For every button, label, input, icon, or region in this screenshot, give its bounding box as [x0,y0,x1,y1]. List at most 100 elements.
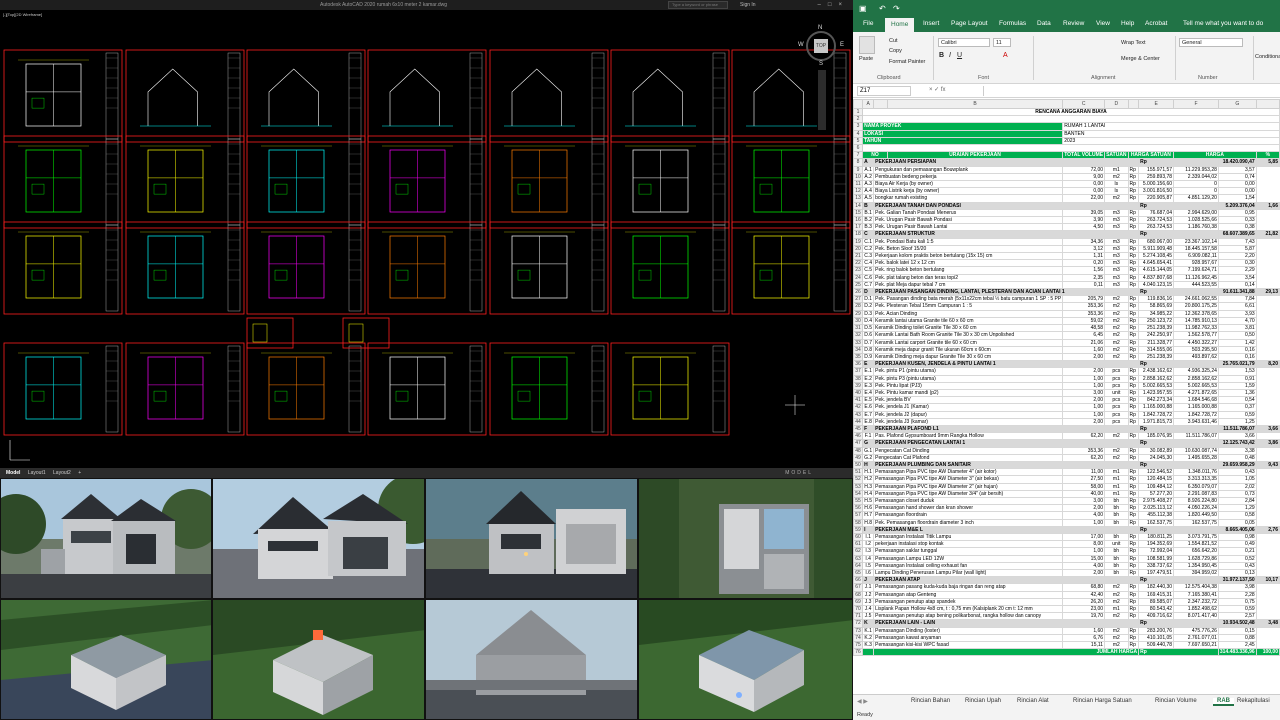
cell[interactable]: 1,60 [1062,626,1106,635]
cell[interactable]: Rp [1127,641,1140,650]
cell[interactable]: 5 [853,136,864,146]
cell[interactable]: I.5 [862,561,875,571]
cell[interactable]: m3 [1104,244,1129,254]
paste-button[interactable]: Paste [859,56,873,62]
drawing-canvas[interactable] [0,10,853,468]
cell[interactable]: 0 [1173,187,1219,196]
tab-view[interactable]: View [1096,20,1110,27]
underline-button[interactable]: U [957,52,962,59]
cell[interactable]: 493.897,62 [1173,352,1219,362]
cell[interactable]: Pemasangan Dinding (loster) [873,626,1064,635]
cell[interactable]: B.3 [862,223,875,232]
cell[interactable]: E.7 [862,410,875,419]
cell[interactable]: 353,36 [1062,302,1106,311]
cell[interactable]: D.4 [862,316,875,326]
cell[interactable]: H.7 [862,511,875,520]
cell[interactable]: 1.554.821,52 [1173,540,1219,549]
cell[interactable]: 24 [853,273,864,282]
cell[interactable]: 3,93 [1217,309,1257,318]
cell[interactable]: bh [1104,518,1129,527]
cell[interactable]: 242.250,97 [1138,331,1175,340]
cell[interactable]: 1 [853,107,864,117]
cell[interactable]: C.7 [862,280,875,290]
cell[interactable]: Pek. Pasangan dinding bata merah (5x11x2… [873,295,1064,304]
cell[interactable]: Rp [1127,295,1140,304]
cell[interactable]: Rp [1127,223,1140,232]
cell[interactable]: Rp [1127,237,1140,246]
cell[interactable]: 68.607.389,65 [1217,230,1257,239]
cell[interactable]: 1,53 [1217,367,1257,376]
column-header[interactable] [1127,99,1140,109]
cell[interactable]: 3,48 [1255,619,1280,628]
cell[interactable]: 314.483.336,96 [1217,648,1257,657]
cell[interactable]: 7.697.650,21 [1173,641,1219,650]
cell[interactable]: 2,00 [1062,568,1106,578]
cell[interactable]: m1 [1104,475,1129,484]
cell[interactable]: 63 [853,554,864,563]
cell[interactable]: 182.440,30 [1138,583,1175,592]
cell[interactable]: 76.687,04 [1138,208,1175,218]
cell[interactable]: 1.684.546,68 [1173,396,1219,405]
cell[interactable]: 58 [853,518,864,527]
cell[interactable]: Rp [1127,316,1140,326]
cell[interactable]: Rp [1127,208,1140,218]
viewport-label[interactable]: [-][Top][2D Wireframe] [3,12,42,17]
cell[interactable]: B [862,201,875,210]
cell[interactable]: 70 [853,605,864,614]
cell[interactable]: PEKERJAAN PASANGAN DINDING, LANTAI, PLES… [873,288,1140,297]
cell[interactable]: 2.858.162,62 [1138,374,1175,383]
cell[interactable]: 410.101,05 [1138,633,1175,643]
cell[interactable]: Rp [1127,403,1140,412]
cell[interactable]: K.2 [862,633,875,643]
cell[interactable]: 1.842.728,72 [1173,410,1219,419]
cell[interactable]: 0,91 [1217,374,1257,383]
cell[interactable]: Rp [1127,252,1140,261]
cell[interactable]: 4,50 [1062,223,1106,232]
cell[interactable]: 263.724,53 [1138,223,1175,232]
cell[interactable]: E [862,360,875,369]
column-header[interactable]: F [1173,99,1219,109]
tab-acrobat[interactable]: Acrobat [1145,20,1167,27]
cell[interactable]: Pek. plat talang beton dan teras topi2 [873,273,1064,282]
cell[interactable]: 0,48 [1217,453,1257,462]
cell[interactable]: m1 [1104,489,1129,498]
cell[interactable]: H.1 [862,468,875,477]
cell[interactable]: Rp [1127,554,1140,563]
cell[interactable]: Pek. Pintu lipat (PJ3) [873,381,1064,390]
cell[interactable]: 1.628.729,86 [1173,554,1219,563]
cell[interactable]: 23 [853,266,864,275]
cell[interactable]: 10.630.087,74 [1173,446,1219,455]
tab-file[interactable]: File [863,20,873,27]
cell[interactable]: 80.543,42 [1138,605,1175,614]
cell[interactable]: 8,20 [1255,360,1280,369]
cell[interactable]: Pek. ring balok beton bertulang [873,266,1064,275]
cell[interactable]: 1,42 [1217,338,1257,347]
cell[interactable]: 3,66 [1255,424,1280,434]
cell[interactable]: 0,00 [1217,180,1257,189]
cell[interactable]: 185.076,95 [1138,432,1175,441]
cell[interactable]: H.8 [862,518,875,527]
cell[interactable]: unit [1104,388,1129,398]
cell[interactable]: 11.511.786,07 [1217,424,1257,434]
cell[interactable]: 35 [853,352,864,362]
cell[interactable]: 0,59 [1217,410,1257,419]
cell[interactable]: 1,00 [1062,547,1106,556]
cell[interactable]: Rp [1127,216,1140,225]
cell[interactable]: bh [1104,547,1129,556]
cell[interactable]: Rp [1138,576,1219,585]
cell[interactable]: Pemasangan atap Genteng [873,590,1064,599]
cell[interactable]: 49 [853,453,864,462]
cell[interactable]: % [1255,151,1280,160]
cell[interactable]: 455.112,38 [1138,511,1175,520]
cell[interactable]: 6,76 [1062,633,1106,643]
cell[interactable]: 7,84 [1217,295,1257,304]
cell[interactable]: bh [1104,554,1129,563]
cell[interactable]: bongkar rumah existing [873,194,1064,203]
cell[interactable]: 444.523,55 [1173,280,1219,290]
cell[interactable]: 6,61 [1217,302,1257,311]
cell[interactable]: 22,00 [1062,194,1106,203]
cell[interactable]: 11.982.762,33 [1173,324,1219,333]
cell[interactable]: Rp [1127,259,1140,268]
cell[interactable]: J.3 [862,597,875,607]
cell[interactable]: 24.661.062,55 [1173,295,1219,304]
